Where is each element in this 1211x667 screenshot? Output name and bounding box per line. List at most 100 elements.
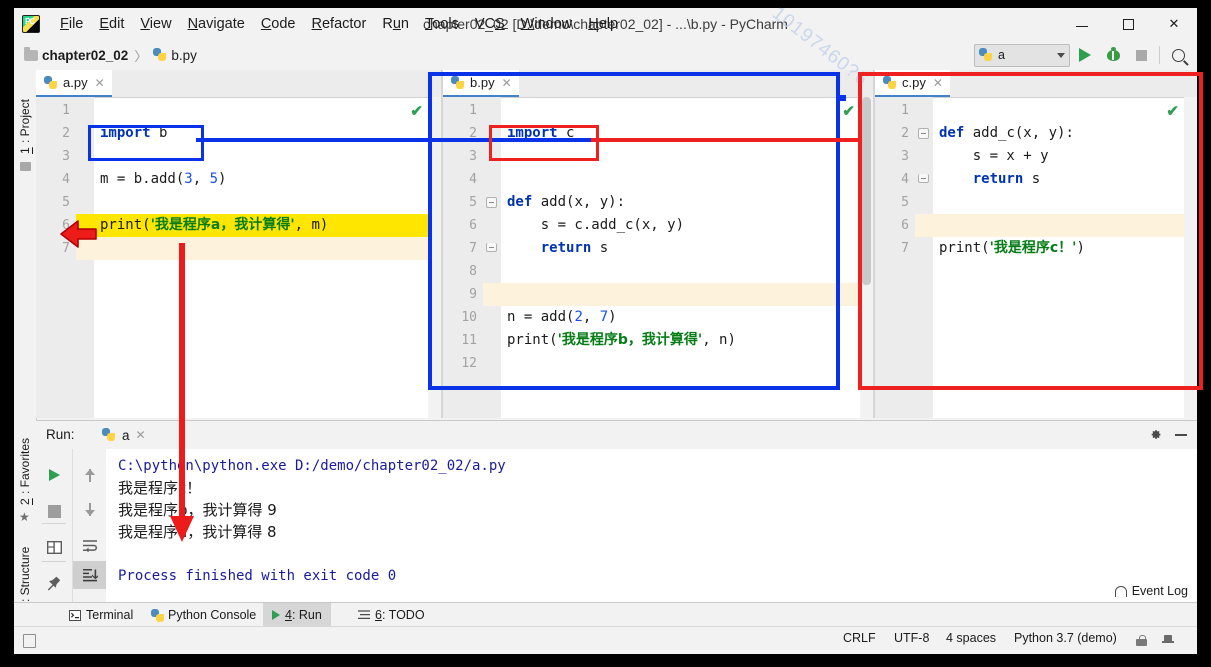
code-line[interactable]: print('我是程序a，我计算得', m) — [100, 214, 328, 237]
editor-pane-b: b.py ✕ 1 2 3 4 5 6 7 8 9 10 11 12 import c def add(x… — [443, 70, 873, 418]
scrollbar-c[interactable] — [1184, 97, 1197, 418]
hector-inspector-icon[interactable] — [1162, 635, 1174, 647]
code-content-c[interactable]: def add_c(x, y): s = x + y return s print… — [933, 97, 1197, 418]
indent-status[interactable]: 4 spaces — [946, 631, 996, 645]
bottom-tab-run[interactable]: 4: Run — [263, 603, 331, 627]
bottom-tab-label: 4: Run — [285, 608, 322, 622]
line-number-gutter-a: 1 2 3 4 5 6 7 — [36, 97, 76, 418]
run-configuration-selector[interactable]: a — [974, 43, 1070, 67]
lock-icon[interactable] — [1136, 635, 1147, 646]
close-icon[interactable]: ✕ — [95, 76, 105, 90]
code-line[interactable]: import c — [507, 122, 574, 145]
close-icon[interactable]: ✕ — [136, 428, 146, 442]
fold-collapse-icon[interactable] — [486, 197, 497, 208]
code-line[interactable]: n = add(2, 7) — [507, 306, 617, 329]
code-line[interactable]: def add(x, y): — [507, 191, 625, 214]
scroll-to-end-button[interactable] — [73, 561, 107, 589]
stop-button[interactable] — [1128, 42, 1154, 68]
tab-b-py[interactable]: b.py ✕ — [443, 70, 519, 97]
menu-tools[interactable]: Tools — [417, 13, 467, 35]
breadcrumb-project[interactable]: chapter02_02 — [42, 48, 128, 63]
bottom-tab-todo[interactable]: 6: TODO — [349, 603, 434, 627]
debug-button[interactable] — [1100, 42, 1126, 68]
tab-a-py[interactable]: a.py ✕ — [36, 70, 112, 97]
arrow-up-icon — [85, 468, 95, 482]
minimize-button[interactable] — [1059, 8, 1105, 40]
maximize-button[interactable] — [1105, 8, 1151, 40]
window-controls[interactable]: ✕ — [1059, 8, 1197, 40]
pin-button[interactable] — [37, 569, 71, 597]
fold-end-icon[interactable] — [486, 243, 497, 252]
sidebar-item-favorites[interactable]: 2: Favorites — [14, 415, 36, 505]
scrollbar-a[interactable] — [428, 97, 441, 418]
status-bar: CRLF UTF-8 4 spaces Python 3.7 (demo) — [14, 626, 1197, 654]
scrollbar-b[interactable] — [860, 97, 873, 418]
event-log-button[interactable]: Event Log — [1114, 581, 1188, 601]
toolbar-divider — [1159, 46, 1160, 64]
document-icon[interactable] — [23, 634, 36, 648]
arrow-down-icon — [85, 502, 95, 516]
sidebar-item-structure[interactable]: 7: Structure — [14, 525, 36, 613]
menu-run[interactable]: Run — [374, 13, 417, 35]
scrollbar-thumb[interactable] — [862, 97, 871, 285]
code-line[interactable]: print('我是程序b，我计算得', n) — [507, 329, 736, 352]
close-icon[interactable]: ✕ — [933, 76, 943, 90]
bell-icon — [1114, 585, 1127, 597]
close-icon[interactable]: ✕ — [502, 76, 512, 90]
code-content-b[interactable]: import c def add(x, y): s = c.add_c(x, y)… — [501, 97, 873, 418]
inspection-ok-icon: ✔ — [410, 103, 423, 120]
code-line[interactable]: def add_c(x, y): — [939, 122, 1074, 145]
fold-collapse-icon[interactable] — [918, 128, 929, 139]
restore-layout-button[interactable] — [37, 533, 71, 561]
menu-navigate[interactable]: Navigate — [180, 13, 253, 35]
settings-gear-icon[interactable] — [1149, 428, 1162, 441]
event-log-label: Event Log — [1131, 584, 1188, 598]
chevron-down-icon[interactable] — [1057, 52, 1065, 58]
code-line[interactable]: s = c.add_c(x, y) — [507, 214, 684, 237]
menu-vcs[interactable]: VCS — [467, 13, 513, 35]
fold-end-icon[interactable] — [918, 174, 929, 183]
code-line[interactable]: m = b.add(3, 5) — [100, 168, 226, 191]
menu-edit[interactable]: Edit — [91, 13, 132, 35]
code-line[interactable]: s = x + y — [939, 145, 1049, 168]
menu-window[interactable]: Window — [513, 13, 581, 35]
close-button[interactable]: ✕ — [1151, 8, 1197, 40]
menu-code[interactable]: Code — [253, 13, 304, 35]
sidebar-item-project[interactable]: 1: Project — [14, 76, 36, 154]
minimize-icon[interactable] — [1175, 434, 1187, 436]
code-line[interactable]: return s — [939, 168, 1040, 191]
encoding-status[interactable]: UTF-8 — [894, 631, 929, 645]
breadcrumb[interactable]: chapter02_02 〉 b.py — [24, 40, 197, 70]
soft-wrap-button[interactable] — [73, 531, 107, 559]
python-file-icon — [451, 75, 465, 90]
code-line[interactable]: print('我是程序c！') — [939, 237, 1085, 260]
line-number-gutter-c: 1 2 3 4 5 6 7 — [875, 97, 915, 418]
search-button[interactable] — [1165, 42, 1191, 68]
line-separator-status[interactable]: CRLF — [843, 631, 876, 645]
tab-label: b.py — [470, 75, 495, 90]
rerun-button[interactable] — [37, 461, 71, 489]
menu-help[interactable]: Help — [580, 13, 626, 35]
code-content-a[interactable]: import b m = b.add(3, 5) print('我是程序a，我计算得… — [94, 97, 441, 418]
down-stacktrace-button[interactable] — [73, 495, 107, 523]
up-stacktrace-button[interactable] — [73, 461, 107, 489]
menu-refactor[interactable]: Refactor — [304, 13, 375, 35]
menu-bar[interactable]: File Edit View Navigate Code Refactor Ru… — [52, 8, 626, 40]
breadcrumb-file[interactable]: b.py — [171, 48, 197, 63]
tab-c-py[interactable]: c.py ✕ — [875, 70, 950, 97]
line-number: 5 — [901, 195, 909, 210]
run-console-output[interactable]: C:\python\python.exe D:/demo/chapter02_0… — [106, 449, 1197, 617]
console-line: 我是程序a，我计算得 8 — [118, 523, 277, 541]
code-line[interactable]: return s — [507, 237, 608, 260]
bottom-tab-terminal[interactable]: Terminal — [60, 603, 142, 627]
run-button[interactable] — [1072, 42, 1098, 68]
menu-file[interactable]: File — [52, 13, 91, 35]
run-tab-a[interactable]: a ✕ — [94, 421, 154, 451]
bottom-tab-python-console[interactable]: Python Console — [142, 603, 265, 627]
menu-view[interactable]: View — [132, 13, 179, 35]
minimize-icon — [1076, 25, 1088, 27]
code-line[interactable]: import b — [100, 122, 167, 145]
interpreter-status[interactable]: Python 3.7 (demo) — [1014, 631, 1117, 645]
stop-button[interactable] — [37, 497, 71, 525]
editor-pane-a: a.py ✕ 1 2 3 4 5 6 7 import b m = b.add(3, 5) pr… — [36, 70, 441, 418]
